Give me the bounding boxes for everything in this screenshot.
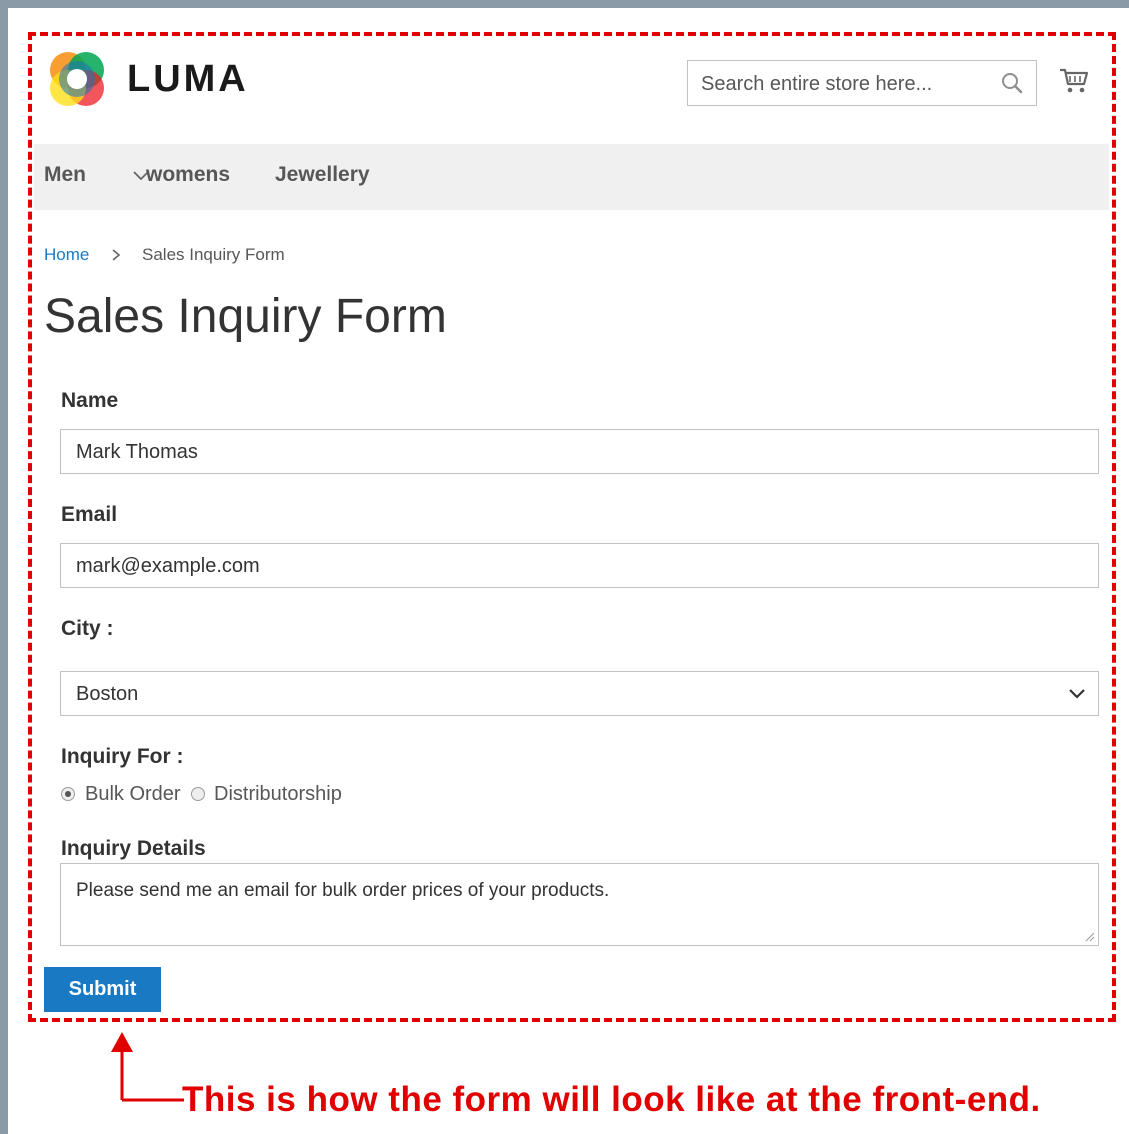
email-value: mark@example.com: [76, 555, 260, 577]
chevron-down-icon: [1069, 689, 1085, 699]
submit-button[interactable]: Submit: [44, 967, 161, 1012]
breadcrumb-current: Sales Inquiry Form: [142, 245, 285, 264]
luma-logo-icon[interactable]: [46, 48, 108, 110]
city-label: City :: [61, 617, 114, 640]
name-value: Mark Thomas: [76, 441, 198, 463]
search-input[interactable]: Search entire store here...: [687, 60, 1037, 106]
brand-name: LUMA: [127, 58, 249, 100]
arrow-up-icon: [111, 1032, 184, 1102]
inquiry-details-label: Inquiry Details: [61, 837, 206, 860]
email-field[interactable]: mark@example.com: [60, 543, 1099, 588]
inquiry-details-value: Please send me an email for bulk order p…: [76, 880, 610, 901]
chevron-right-icon: [112, 249, 121, 261]
radio-selected-dot: [65, 791, 71, 797]
nav-item-men[interactable]: Men: [44, 163, 86, 187]
inquiry-for-label: Inquiry For :: [61, 745, 184, 768]
resize-handle-icon[interactable]: [1083, 930, 1095, 942]
radio-label-bulk-order: Bulk Order: [85, 783, 181, 805]
main-navigation: Men womens Jewellery: [34, 144, 1109, 210]
name-field[interactable]: Mark Thomas: [60, 429, 1099, 474]
nav-item-womens[interactable]: womens: [146, 163, 230, 187]
radio-distributorship[interactable]: [191, 787, 205, 801]
search-icon[interactable]: [1000, 71, 1024, 95]
city-select[interactable]: Boston: [60, 671, 1099, 716]
email-label: Email: [61, 503, 118, 526]
name-label: Name: [61, 389, 119, 412]
city-value: Boston: [76, 683, 139, 705]
search-placeholder: Search entire store here...: [701, 73, 933, 95]
page-title: Sales Inquiry Form: [44, 290, 447, 343]
breadcrumb-home-link[interactable]: Home: [44, 245, 89, 265]
cart-icon[interactable]: [1058, 64, 1090, 96]
radio-bulk-order[interactable]: [61, 787, 75, 801]
annotation-caption: This is how the form will look like at t…: [182, 1080, 1041, 1119]
radio-label-distributorship: Distributorship: [214, 783, 342, 805]
nav-item-jewellery[interactable]: Jewellery: [275, 163, 370, 187]
inquiry-details-textarea[interactable]: Please send me an email for bulk order p…: [60, 863, 1099, 946]
